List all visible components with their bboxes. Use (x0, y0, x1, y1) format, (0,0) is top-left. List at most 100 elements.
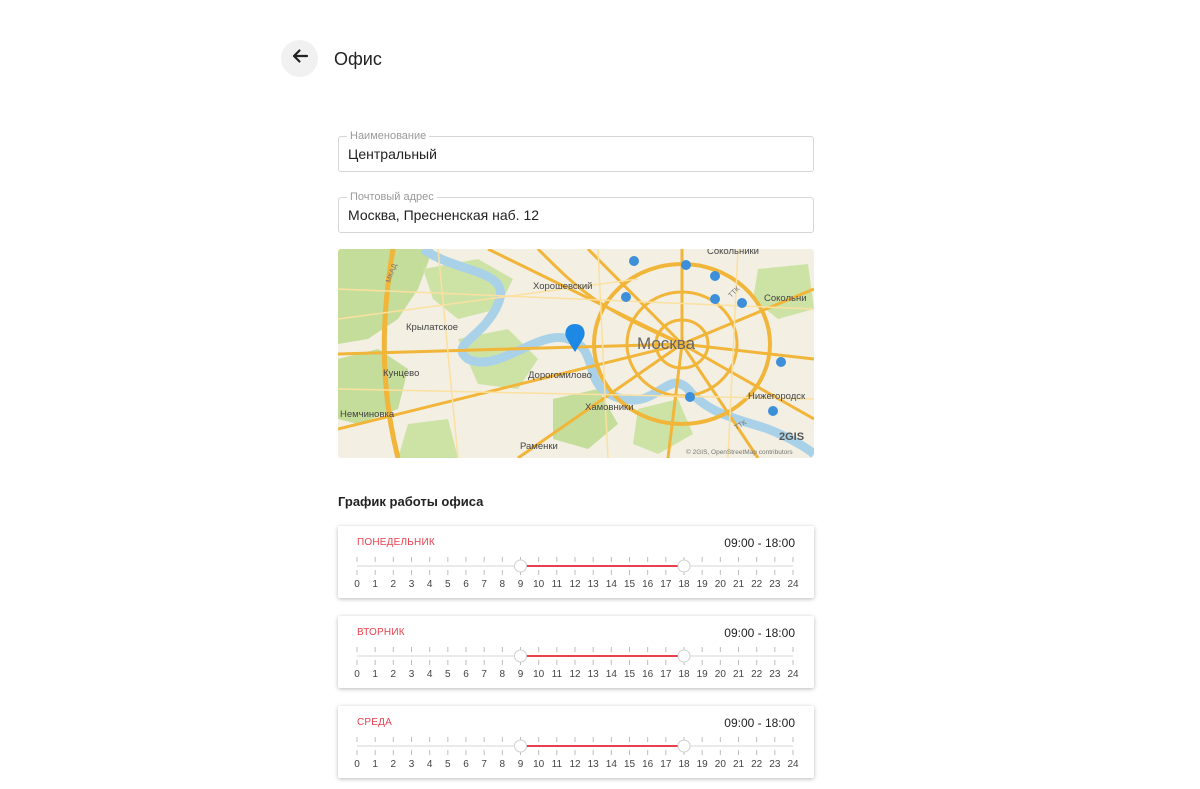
address-field[interactable]: Почтовый адрес (338, 190, 814, 233)
map-label: Сокольники (707, 249, 759, 257)
slider-tick-label: 4 (427, 759, 433, 770)
slider-tick-label: 1 (372, 669, 378, 680)
slider-tick-label: 3 (409, 759, 415, 770)
slider-end-handle[interactable] (677, 649, 691, 663)
map-label: Дорогомилово (528, 370, 592, 381)
slider-tick-label: 5 (445, 579, 451, 590)
arrow-left-icon (290, 46, 310, 71)
slider-tick-label: 9 (518, 759, 524, 770)
slider-tick-label: 24 (787, 579, 799, 590)
slider-tick-label: 12 (569, 669, 581, 680)
address-input[interactable] (348, 198, 803, 232)
slider-tick-label: 21 (733, 669, 745, 680)
slider-tick-label: 19 (697, 759, 709, 770)
back-button[interactable] (281, 40, 318, 77)
map-label: Хорошевский (533, 281, 592, 292)
slider-tick-label: 15 (624, 759, 636, 770)
slider-tick-label: 0 (354, 579, 360, 590)
slider-tick-label: 21 (733, 579, 745, 590)
slider-tick-label: 20 (715, 759, 727, 770)
slider-tick-label: 6 (463, 759, 469, 770)
slider-tick-label: 3 (409, 579, 415, 590)
map-canvas: Сокольники Хорошевский Сокольни Крылатск… (338, 249, 814, 458)
slider-end-handle[interactable] (677, 559, 691, 573)
office-map[interactable]: Сокольники Хорошевский Сокольни Крылатск… (338, 249, 814, 458)
name-input[interactable] (348, 137, 803, 171)
slider-tick-label: 1 (372, 759, 378, 770)
slider-tick-label: 0 (354, 759, 360, 770)
slider-tick-label: 19 (697, 579, 709, 590)
slider-tick-label: 23 (769, 669, 781, 680)
slider-tick-label: 17 (660, 579, 672, 590)
slider-tick-label: 18 (678, 669, 690, 680)
slider-tick-label: 14 (606, 669, 618, 680)
slider-tick-label: 7 (481, 579, 487, 590)
slider-tick-label: 14 (606, 579, 618, 590)
slider-tick-label: 2 (391, 759, 397, 770)
map-city-label: Москва (637, 334, 696, 353)
map-label: Раменки (520, 441, 558, 452)
slider-tick-label: 23 (769, 759, 781, 770)
map-label: Кунцево (383, 368, 419, 379)
slider-tick-label: 8 (500, 579, 506, 590)
slider-tick-label: 24 (787, 759, 799, 770)
slider-tick-label: 10 (533, 759, 545, 770)
slider-tick-label: 2 (391, 669, 397, 680)
hours-slider[interactable]: 0 1 2 3 4 5 6 7 8 9 10 11 12 13 14 15 16 17 18 19 20 21 22 23 24 (338, 706, 814, 778)
hours-slider[interactable]: 0 1 2 3 4 5 6 7 8 9 10 11 12 13 14 15 16 17 18 19 20 21 22 23 24 (338, 526, 814, 598)
slider-tick-label: 21 (733, 759, 745, 770)
slider-tick-label: 10 (533, 669, 545, 680)
slider-tick-label: 4 (427, 579, 433, 590)
slider-tick-label: 18 (678, 759, 690, 770)
slider-tick-label: 18 (678, 579, 690, 590)
hours-slider[interactable]: 0 1 2 3 4 5 6 7 8 9 10 11 12 13 14 15 16 17 18 19 20 21 22 23 24 (338, 616, 814, 688)
slider-start-handle[interactable] (514, 649, 527, 663)
slider-tick-label: 15 (624, 579, 636, 590)
slider-tick-label: 22 (751, 669, 763, 680)
schedule-title: График работы офиса (338, 494, 484, 509)
day-card-monday: ПОНЕДЕЛЬНИК 09:00 - 18:00 0 1 2 3 4 5 6 7 8 9 10 11… (338, 526, 814, 598)
slider-tick-label: 6 (463, 579, 469, 590)
slider-tick-label: 7 (481, 759, 487, 770)
slider-start-handle[interactable] (514, 559, 527, 573)
slider-tick-label: 20 (715, 579, 727, 590)
slider-tick-label: 16 (642, 669, 654, 680)
slider-tick-label: 14 (606, 759, 618, 770)
slider-start-handle[interactable] (514, 739, 527, 753)
slider-tick-label: 8 (500, 669, 506, 680)
slider-tick-label: 7 (481, 669, 487, 680)
slider-tick-label: 20 (715, 669, 727, 680)
map-attribution: © 2GIS, OpenStreetMap contributors (686, 448, 793, 456)
slider-tick-label: 22 (751, 579, 763, 590)
slider-tick-label: 17 (660, 759, 672, 770)
slider-tick-label: 11 (552, 579, 563, 590)
map-label: Крылатское (406, 322, 458, 333)
slider-tick-label: 0 (354, 669, 360, 680)
page-title: Офис (334, 49, 382, 69)
slider-tick-label: 6 (463, 669, 469, 680)
slider-tick-label: 16 (642, 579, 654, 590)
slider-tick-label: 12 (569, 759, 581, 770)
slider-tick-label: 13 (588, 669, 600, 680)
slider-tick-label: 23 (769, 579, 781, 590)
slider-tick-label: 13 (588, 579, 600, 590)
slider-tick-label: 10 (533, 579, 545, 590)
slider-tick-label: 2 (391, 579, 397, 590)
slider-tick-label: 12 (569, 579, 581, 590)
map-label: Немчиновка (340, 409, 395, 420)
map-brand-logo: 2GIS (779, 431, 804, 443)
slider-tick-label: 11 (552, 669, 563, 680)
day-card-wednesday: СРЕДА 09:00 - 18:00 0 1 2 3 4 5 6 7 8 9 10 11 12 13 14… (338, 706, 814, 778)
slider-tick-label: 16 (642, 759, 654, 770)
slider-tick-label: 17 (660, 669, 672, 680)
slider-tick-label: 11 (552, 759, 563, 770)
slider-tick-label: 3 (409, 669, 415, 680)
slider-tick-label: 19 (697, 669, 709, 680)
slider-tick-label: 13 (588, 759, 600, 770)
name-field[interactable]: Наименование (338, 129, 814, 172)
slider-tick-label: 9 (518, 579, 524, 590)
slider-tick-label: 15 (624, 669, 636, 680)
slider-tick-label: 5 (445, 669, 451, 680)
slider-tick-label: 22 (751, 759, 763, 770)
slider-end-handle[interactable] (677, 739, 691, 753)
